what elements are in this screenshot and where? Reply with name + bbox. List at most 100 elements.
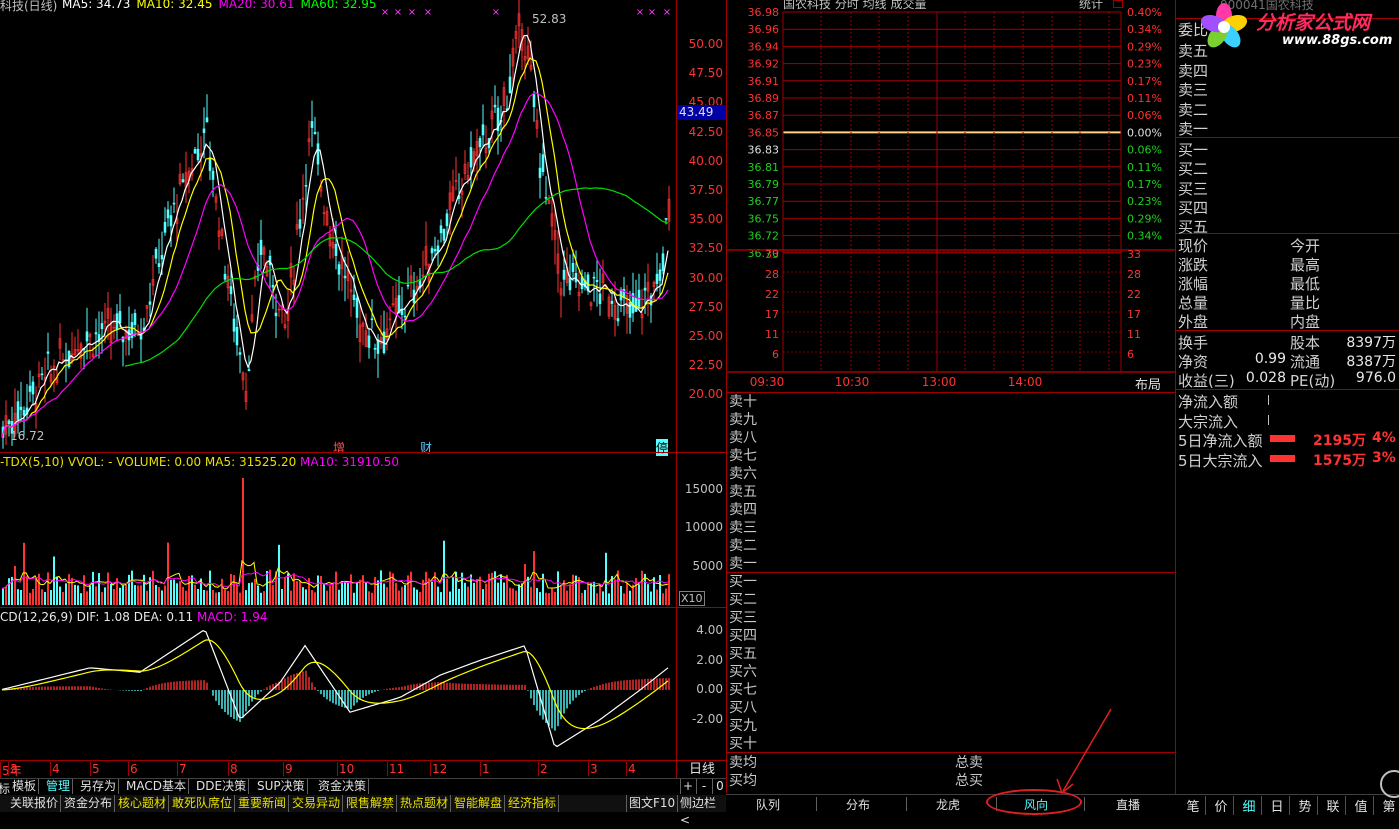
volume-bar — [131, 570, 133, 605]
queue-buy-level: 买十 — [729, 736, 757, 752]
toolbar-DDE决策[interactable]: DDE决策 — [194, 779, 250, 794]
volume-bar — [227, 590, 229, 605]
intraday-chart[interactable]: 36.98 36.96 36.94 36.92 36.91 36.89 36.87 36.85… — [727, 0, 1176, 392]
candle-body — [208, 157, 212, 171]
watermark-url: www.88gs.com — [1282, 33, 1393, 48]
toolbar-管理[interactable]: 管理 — [44, 779, 74, 794]
mid-tab-分布[interactable]: 分布 — [846, 796, 870, 813]
high-price-label: 52.83 — [532, 12, 567, 26]
volume-bar — [98, 573, 100, 605]
macd-panel[interactable]: CD(12,26,9) DIF: 1.08 DEA: 0.11 MACD: 1.… — [0, 607, 676, 761]
volume-bar — [146, 590, 148, 605]
toolbar-资金决策[interactable]: 资金决策 — [316, 779, 370, 794]
price-tick: 35.00 — [688, 212, 723, 227]
volume-bar — [464, 582, 466, 605]
bottom-tab-f10[interactable]: 图文F10 — [626, 795, 677, 812]
volume-bar — [290, 590, 292, 605]
volume-bar — [443, 540, 445, 605]
volume-bar — [647, 584, 649, 605]
queue-buy-level: 买六 — [729, 664, 757, 680]
toolbar-ctrl-1[interactable]: - — [696, 779, 711, 794]
volume-bar — [167, 542, 169, 605]
candle-body — [235, 326, 239, 346]
candle-body — [538, 167, 542, 178]
volume-bar — [107, 572, 109, 605]
intra-pct-tick: 0.29% — [1127, 212, 1162, 225]
mid-tab-队列[interactable]: 队列 — [756, 796, 780, 813]
volume-bar — [65, 583, 67, 605]
volume-bar — [50, 590, 52, 605]
volume-bar — [176, 583, 178, 605]
volume-panel[interactable]: -TDX(5,10) VVOL: - VOLUME: 0.00 MA5: 315… — [0, 452, 676, 608]
intraday-panel[interactable]: 国农科技 分时 均线 成交量 统计 36.98 36.96 36.94 36.92 36… — [726, 0, 1176, 393]
volume-bar — [248, 583, 250, 605]
volume-bar — [89, 585, 91, 605]
toolbar-另存为[interactable]: 另存为 — [78, 779, 120, 794]
right-tab-联[interactable]: 联 — [1321, 796, 1346, 815]
candle-body — [313, 131, 317, 134]
right-tab-第[interactable]: 第 — [1377, 796, 1399, 815]
bottom-tab-敢死队席位[interactable]: 敢死队席位 — [170, 795, 236, 812]
volume-bar — [191, 575, 193, 605]
queue-sell-level: 卖三 — [729, 520, 757, 536]
volume-bar — [407, 575, 409, 605]
bottom-tab-重要新闻[interactable]: 重要新闻 — [236, 795, 290, 812]
vol-tick: 10000 — [684, 520, 723, 534]
volume-bar — [104, 587, 106, 605]
intra-price-tick: 36.96 — [748, 23, 780, 36]
candle-body — [238, 352, 242, 355]
candle-body — [205, 117, 209, 123]
right-tab-日[interactable]: 日 — [1265, 796, 1290, 815]
right-tab-细[interactable]: 细 — [1237, 796, 1262, 815]
bottom-tab-智能解盘[interactable]: 智能解盘 — [452, 795, 506, 812]
bottom-tab-经济指标[interactable]: 经济指标 — [506, 795, 560, 812]
mid-tab-直播[interactable]: 直播 — [1116, 796, 1140, 813]
macd-y-axis: 4.00 2.00 0.00 -2.00 — [676, 607, 727, 761]
bottom-tab-交易异动[interactable]: 交易异动 — [290, 795, 344, 812]
macd-tick: 2.00 — [696, 653, 723, 667]
toolbar-ctrl-2[interactable]: 0 — [712, 779, 727, 794]
right-tab-值[interactable]: 值 — [1349, 796, 1374, 815]
volume-bar — [665, 588, 667, 605]
bottom-tab-关联报价[interactable]: 关联报价 — [8, 795, 62, 812]
candle-body — [298, 219, 302, 229]
volume-chart[interactable] — [0, 453, 676, 608]
volume-bar — [332, 582, 334, 605]
candle-body — [28, 385, 32, 392]
bottom-tab-热点题材[interactable]: 热点题材 — [398, 795, 452, 812]
toolbar-MACD基本[interactable]: MACD基本 — [124, 779, 189, 794]
kline-panel[interactable]: 科技(日线) MA5: 34.73 MA10: 32.45 MA20: 30.61 M… — [0, 0, 676, 456]
mid-tab-bar: 队列 分布 龙虎 风向 直播 — [726, 789, 1177, 815]
quote-stat-mid: 流通 — [1290, 353, 1321, 371]
volume-bar — [593, 581, 595, 605]
toolbar-模板[interactable]: 模板 — [10, 779, 40, 794]
toolbar-SUP决策[interactable]: SUP决策 — [255, 779, 308, 794]
kline-chart[interactable]: × × × × × × × × — [0, 0, 676, 452]
period-label[interactable]: 日线 — [676, 760, 727, 779]
layout-button[interactable]: 布局 — [1135, 374, 1161, 393]
right-tab-势[interactable]: 势 — [1293, 796, 1318, 815]
bottom-tab-核心题材[interactable]: 核心题材 — [116, 795, 170, 812]
x-axis-tick: 7 — [177, 762, 187, 776]
sidebar-toggle[interactable]: 侧边栏< — [677, 795, 726, 827]
volume-bar — [485, 583, 487, 605]
candle-body — [442, 228, 446, 241]
candle-body — [469, 147, 473, 168]
volume-bar — [305, 589, 307, 605]
bottom-tab-限售解禁[interactable]: 限售解禁 — [344, 795, 398, 812]
toolbar-ctrl-0[interactable]: + — [680, 779, 695, 794]
volume-bar — [74, 584, 76, 605]
current-price-marker: 43.49 — [677, 105, 727, 120]
volume-bar — [467, 586, 469, 605]
intra-price-tick: 36.87 — [748, 109, 780, 122]
mid-tab-龙虎[interactable]: 龙虎 — [936, 796, 960, 813]
quote-stat-value: 0.028 — [1245, 370, 1286, 386]
macd-chart[interactable] — [0, 608, 676, 761]
right-tab-价[interactable]: 价 — [1209, 796, 1234, 815]
right-tab-笔[interactable]: 笔 — [1181, 796, 1206, 815]
bottom-tab-资金分布[interactable]: 资金分布 — [62, 795, 116, 812]
quote-left-label: 总量 — [1178, 294, 1209, 312]
volume-bar — [293, 573, 295, 605]
volume-bar — [272, 585, 274, 605]
volume-bar — [548, 593, 550, 605]
